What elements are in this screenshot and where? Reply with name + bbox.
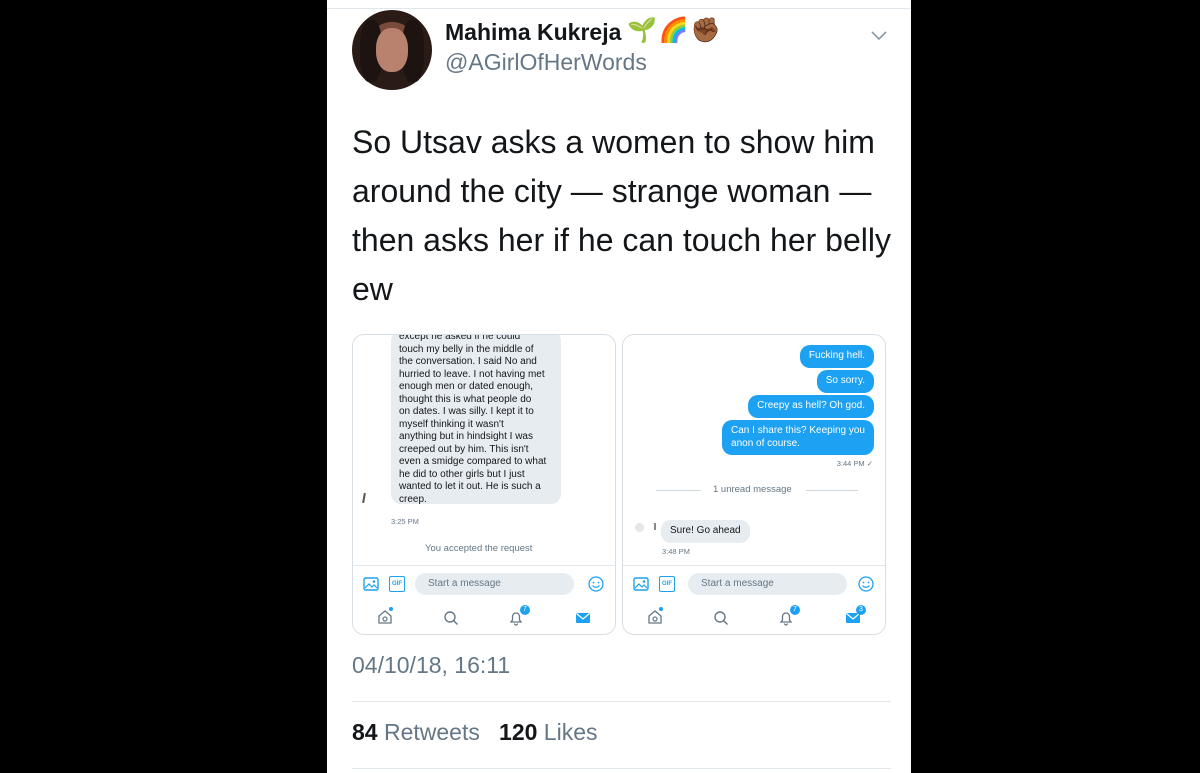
divider [352, 701, 891, 702]
tweet-text: So Utsav asks a women to show him around… [352, 124, 891, 307]
search-icon[interactable] [713, 610, 729, 626]
gif-button[interactable]: GIF [389, 576, 405, 592]
unread-divider: 1 unread message [713, 484, 792, 495]
image-icon[interactable] [363, 576, 379, 592]
home-dot [659, 607, 663, 611]
message-line: on dates. I was silly. I kept it to [399, 406, 534, 417]
message-line: creeped out by him. This isn't [399, 443, 529, 455]
tweet-stats: 84 Retweets 120 Likes [352, 719, 598, 746]
top-divider [327, 8, 911, 9]
reply-message: Sure! Go ahead [661, 520, 750, 543]
media-image-right[interactable]: Fucking hell. So sorry. Creepy as hell? … [622, 334, 886, 635]
emoji-icon[interactable] [858, 576, 874, 592]
unread-line-left [656, 490, 701, 491]
gif-label: GIF [392, 581, 402, 587]
message-line: wanted to let it out. He is such a [399, 481, 541, 492]
gif-button[interactable]: GIF [659, 576, 675, 592]
message-line: creep. [399, 493, 427, 505]
unread-line-right [806, 490, 858, 491]
message-input[interactable]: Start a message [688, 573, 847, 595]
sent-message-3: Creepy as hell? Oh god. [748, 395, 874, 418]
message-line: myself thinking it wasn't [399, 418, 504, 430]
composer-bar: GIF Start a message [623, 565, 885, 602]
message-line: thought this is what people do [399, 393, 532, 405]
tab-bar: 7 [353, 601, 615, 634]
messages-badge: 3 [856, 605, 866, 615]
message-line: anything but in hindsight I was [399, 431, 533, 442]
message-line: touch my belly in the middle of [399, 343, 534, 355]
chevron-down-icon[interactable] [870, 26, 888, 44]
sent-time: 3:44 PM ✓ [836, 459, 873, 468]
media-image-left[interactable]: except he asked if he could touch my bell… [352, 334, 616, 635]
sent-message-4-line-2: anon of course. [731, 437, 800, 449]
home-dot [389, 607, 393, 611]
emoji-icon[interactable] [588, 576, 604, 592]
message-line: he did to other girls but I just [399, 468, 525, 480]
received-message: except he asked if he could touch my bell… [391, 334, 561, 506]
gif-label: GIF [662, 581, 672, 587]
sent-message-4: Can I share this? Keeping you anon of co… [722, 420, 874, 455]
message-line: except he asked if he could [399, 334, 521, 342]
search-icon[interactable] [443, 610, 459, 626]
name-emojis: 🌱🌈✊🏾 [627, 17, 723, 44]
avatar[interactable] [352, 10, 432, 90]
retweets-label[interactable]: Retweets [384, 719, 480, 745]
notifications-badge: 7 [790, 605, 800, 615]
sent-message-4-line-1: Can I share this? Keeping you [731, 425, 865, 436]
composer-bar: GIF Start a message [353, 565, 615, 602]
message-line: the conversation. I said No and [399, 356, 537, 367]
accepted-request-note: You accepted the request [425, 543, 533, 554]
avatar-fragment [362, 492, 366, 504]
home-icon[interactable] [377, 609, 393, 625]
message-input[interactable]: Start a message [415, 573, 574, 595]
message-line: even a smidge compared to what [399, 456, 547, 467]
message-line: enough men or dated enough, [399, 381, 533, 392]
image-icon[interactable] [633, 576, 649, 592]
message-line: hurried to leave. I not having met [399, 368, 545, 380]
tab-bar: 7 3 [623, 601, 885, 634]
message-time: 3:25 PM [391, 517, 419, 526]
sent-message-1: Fucking hell. [799, 345, 874, 368]
likes-label[interactable]: Likes [544, 719, 598, 745]
home-icon[interactable] [647, 609, 663, 625]
tweet-timestamp[interactable]: 04/10/18, 16:11 [352, 652, 510, 679]
likes-count[interactable]: 120 [499, 719, 537, 745]
mail-icon[interactable] [575, 610, 591, 626]
tweet-card: Mahima Kukreja 🌱🌈✊🏾 @AGirlOfHerWords So … [327, 0, 911, 773]
author-name[interactable]: Mahima Kukreja [445, 19, 621, 46]
sent-message-2: So sorry. [816, 370, 874, 393]
avatar-fragment-mark [654, 523, 656, 530]
notifications-badge: 7 [520, 605, 530, 615]
reply-time: 3:48 PM [662, 547, 690, 556]
message-lines: except he asked if he could touch my bell… [399, 334, 553, 506]
avatar-fragment [635, 523, 644, 532]
author-handle[interactable]: @AGirlOfHerWords [445, 49, 647, 76]
divider [352, 768, 891, 769]
retweets-count[interactable]: 84 [352, 719, 378, 745]
